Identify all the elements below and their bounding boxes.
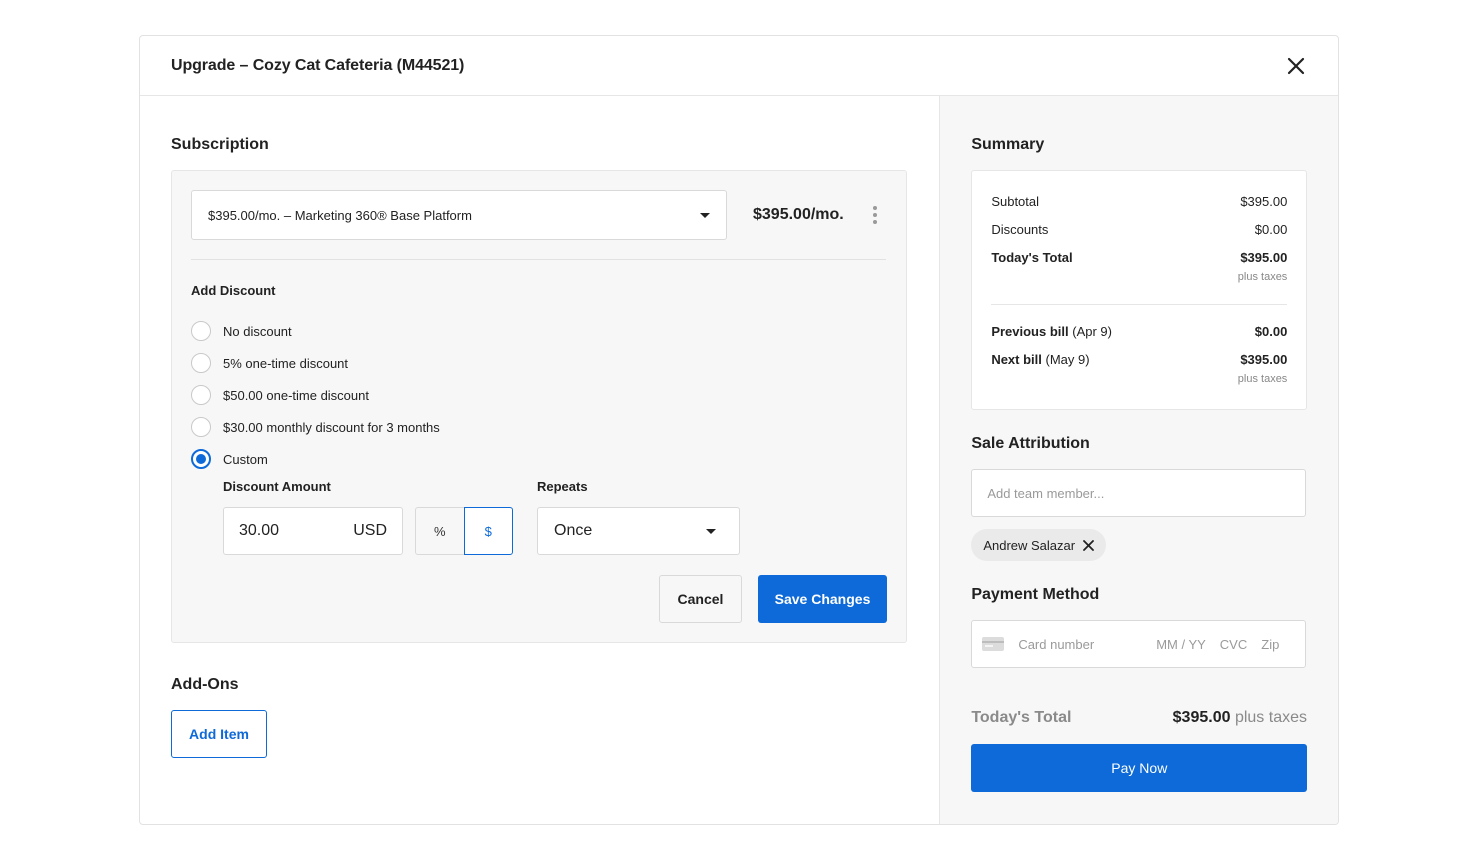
plus-taxes-note: plus taxes (1237, 373, 1288, 385)
save-changes-button[interactable]: Save Changes (758, 575, 887, 623)
radio-label: 5% one-time discount (223, 355, 349, 371)
todays-total-row: Today's Total $395.00 (991, 250, 1287, 265)
divider (191, 259, 886, 260)
todays-total-label: Today's Total (991, 250, 1073, 265)
summary-title: Summary (971, 136, 1045, 153)
discount-options: No discount 5% one-time discount $50.00 … (191, 315, 440, 475)
plus-taxes-note: plus taxes (1237, 271, 1288, 283)
right-pane: Summary Subtotal $395.00 Discounts $0.00… (939, 96, 1338, 824)
subscription-title: Subscription (171, 136, 269, 153)
subtotal-label: Subtotal (991, 194, 1040, 209)
credit-card-icon (982, 637, 1005, 651)
left-pane: Subscription $395.00/mo. – Marketing 360… (140, 96, 939, 824)
radio-label: Custom (223, 451, 268, 467)
previous-bill-date: (Apr 9) (1072, 324, 1112, 339)
radio-button[interactable] (191, 417, 211, 437)
team-member-name: Andrew Salazar (983, 537, 1076, 553)
next-bill-value: $395.00 (1240, 352, 1288, 367)
discounts-label: Discounts (991, 222, 1049, 237)
modal-body: Subscription $395.00/mo. – Marketing 360… (140, 96, 1338, 824)
divider (991, 304, 1288, 305)
discount-option-5-percent[interactable]: 5% one-time discount (191, 347, 440, 379)
total-label: Today's Total (971, 709, 1072, 726)
plan-select[interactable]: $395.00/mo. – Marketing 360® Base Platfo… (191, 190, 727, 240)
upgrade-modal: Upgrade – Cozy Cat Cafeteria (M44521) Su… (139, 35, 1339, 825)
next-bill-row: Next bill (May 9) $395.00 (991, 352, 1287, 367)
caret-down-icon (700, 212, 710, 218)
radio-label: No discount (223, 323, 292, 339)
cancel-button[interactable]: Cancel (659, 575, 742, 623)
discount-option-custom[interactable]: Custom (191, 443, 440, 475)
summary-card: Subtotal $395.00 Discounts $0.00 Today's… (971, 170, 1308, 410)
discounts-value: $0.00 (1254, 222, 1288, 237)
total-suffix: plus taxes (1234, 709, 1307, 726)
discount-option-30-monthly[interactable]: $30.00 monthly discount for 3 months (191, 411, 440, 443)
close-button[interactable] (1285, 55, 1307, 77)
next-bill-label-group: Next bill (May 9) (991, 352, 1089, 367)
plan-price: $395.00/mo. (753, 206, 844, 223)
discount-amount-label: Discount Amount (223, 479, 331, 494)
close-icon (1287, 57, 1305, 74)
sale-attribution-title: Sale Attribution (971, 435, 1090, 452)
payment-method-title: Payment Method (971, 586, 1100, 603)
discount-option-none[interactable]: No discount (191, 315, 440, 347)
todays-total-line: Today's Total $395.00 plus taxes (971, 709, 1307, 727)
radio-button[interactable] (191, 353, 211, 373)
add-item-button[interactable]: Add Item (171, 710, 267, 758)
more-options-icon[interactable] (869, 206, 881, 224)
previous-bill-row: Previous bill (Apr 9) $0.00 (991, 324, 1287, 339)
remove-member-button[interactable] (1083, 539, 1094, 551)
card-expiry-field[interactable]: MM / YY (1156, 637, 1206, 652)
modal-header: Upgrade – Cozy Cat Cafeteria (M44521) (140, 36, 1338, 96)
team-member-chip: Andrew Salazar (971, 529, 1107, 561)
discounts-row: Discounts $0.00 (991, 222, 1287, 237)
dollar-unit-button[interactable]: $ (463, 507, 513, 555)
discount-option-50-one-time[interactable]: $50.00 one-time discount (191, 379, 440, 411)
previous-bill-label-group: Previous bill (Apr 9) (991, 324, 1112, 339)
todays-total-value: $395.00 (1240, 250, 1288, 265)
add-discount-label: Add Discount (191, 283, 276, 298)
radio-button[interactable] (191, 321, 211, 341)
radio-label: $50.00 one-time discount (223, 387, 369, 403)
discount-currency: USD (353, 522, 387, 539)
plan-select-value: $395.00/mo. – Marketing 360® Base Platfo… (208, 207, 472, 223)
addons-title: Add-Ons (171, 676, 239, 693)
discount-unit-toggle: % $ (415, 507, 513, 555)
repeats-label: Repeats (537, 479, 588, 494)
total-value: $395.00 (1172, 709, 1231, 726)
caret-down-icon (706, 528, 716, 534)
next-bill-label: Next bill (991, 352, 1042, 367)
close-icon (1083, 539, 1094, 551)
team-member-input[interactable] (971, 469, 1307, 517)
next-bill-date: (May 9) (1045, 352, 1090, 367)
subtotal-row: Subtotal $395.00 (991, 194, 1287, 209)
previous-bill-label: Previous bill (991, 324, 1069, 339)
card-cvc-field[interactable]: CVC (1220, 637, 1247, 652)
repeats-value: Once (554, 522, 593, 539)
percent-unit-button[interactable]: % (415, 507, 465, 555)
total-amount-group: $395.00 plus taxes (1173, 709, 1307, 727)
pay-now-button[interactable]: Pay Now (971, 744, 1308, 792)
discount-amount-input[interactable]: 30.00 USD (223, 507, 403, 555)
radio-button-selected[interactable] (191, 449, 211, 469)
discount-amount-value: 30.00 (239, 522, 280, 539)
card-zip-field[interactable]: Zip (1261, 637, 1279, 652)
card-input[interactable]: Card number MM / YY CVC Zip (971, 620, 1307, 668)
radio-button[interactable] (191, 385, 211, 405)
modal-title: Upgrade – Cozy Cat Cafeteria (M44521) (171, 56, 465, 74)
subscription-card: $395.00/mo. – Marketing 360® Base Platfo… (171, 170, 907, 643)
radio-label: $30.00 monthly discount for 3 months (223, 419, 440, 435)
subtotal-value: $395.00 (1240, 194, 1288, 209)
previous-bill-value: $0.00 (1254, 324, 1288, 339)
repeats-select[interactable]: Once (537, 507, 740, 555)
card-number-field[interactable]: Card number (1018, 637, 1156, 652)
